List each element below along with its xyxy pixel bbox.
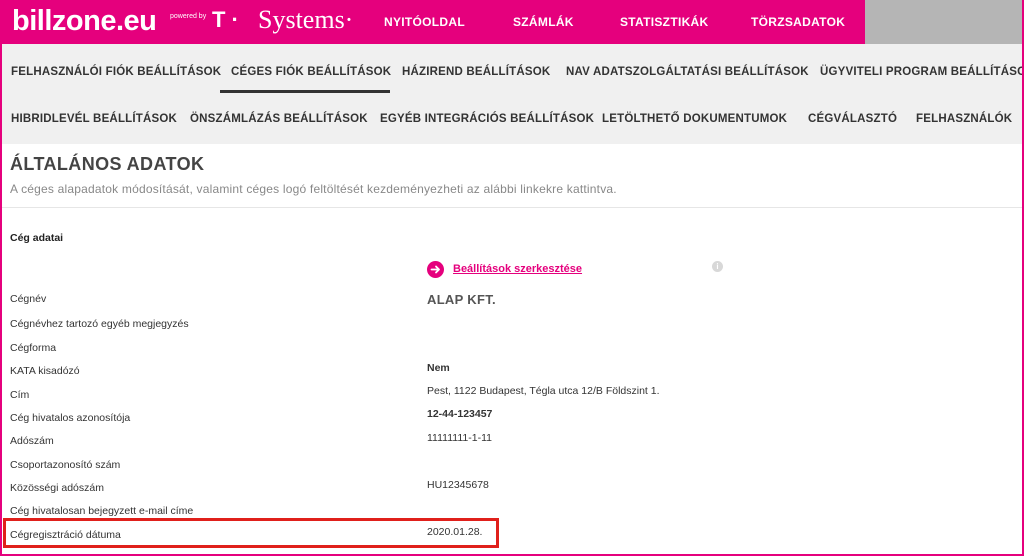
page-frame bbox=[0, 0, 1024, 556]
